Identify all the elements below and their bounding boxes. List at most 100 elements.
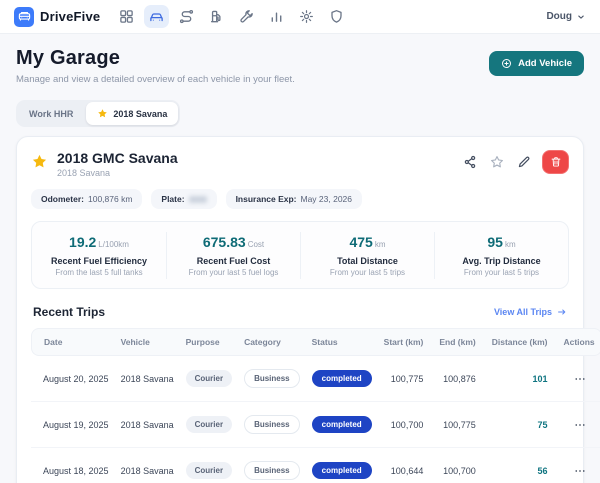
col-distance: Distance (km) xyxy=(486,328,558,356)
nav-trips-route-icon[interactable] xyxy=(174,5,199,28)
delete-trash-icon[interactable] xyxy=(542,150,569,174)
stat-sublabel: From your last 5 fuel logs xyxy=(173,268,294,277)
page-title: My Garage xyxy=(16,47,295,70)
trip-distance-km: 56 xyxy=(486,448,558,483)
view-all-trips-link[interactable]: View All Trips xyxy=(494,307,567,317)
edit-pencil-icon[interactable] xyxy=(515,153,533,171)
table-row: August 18, 2025 2018 Savana Courier Busi… xyxy=(31,448,600,483)
stat-sublabel: From your last 5 trips xyxy=(307,268,428,277)
col-actions: Actions xyxy=(557,328,600,356)
col-date: Date xyxy=(31,328,115,356)
trip-date: August 18, 2025 xyxy=(31,448,115,483)
page-subtitle: Manage and view a detailed overview of e… xyxy=(16,74,295,85)
purpose-chip: Courier xyxy=(186,416,232,433)
vehicle-info-pills: Odometer: 100,876 km Plate: Insurance Ex… xyxy=(31,189,569,209)
trip-start-km: 100,644 xyxy=(378,448,434,483)
col-purpose: Purpose xyxy=(180,328,238,356)
trip-vehicle: 2018 Savana xyxy=(115,402,180,448)
nav-fuel-pump-icon[interactable] xyxy=(204,5,229,28)
trip-end-km: 100,700 xyxy=(433,448,485,483)
view-all-trips-label: View All Trips xyxy=(494,307,552,317)
stat-fuel-cost: 675.83Cost Recent Fuel Cost From your la… xyxy=(166,232,300,279)
category-chip: Business xyxy=(244,415,300,434)
trip-date: August 19, 2025 xyxy=(31,402,115,448)
nav-reports-chart-icon[interactable] xyxy=(264,5,289,28)
stat-label: Total Distance xyxy=(307,256,428,266)
nav-dashboard-grid-icon[interactable] xyxy=(114,5,139,28)
nav-service-wrench-icon[interactable] xyxy=(234,5,259,28)
vehicle-title: 2018 GMC Savana xyxy=(57,150,178,166)
trip-vehicle: 2018 Savana xyxy=(115,448,180,483)
add-vehicle-button[interactable]: Add Vehicle xyxy=(489,51,584,76)
odometer-label: Odometer: xyxy=(41,194,84,204)
nav-settings-gear-icon[interactable] xyxy=(294,5,319,28)
stat-sublabel: From the last 5 full tanks xyxy=(38,268,160,277)
row-actions-menu-icon[interactable] xyxy=(572,463,588,479)
stat-value: 19.2 xyxy=(69,234,96,250)
stat-label: Recent Fuel Cost xyxy=(173,256,294,266)
plate-pill: Plate: xyxy=(151,189,216,209)
purpose-chip: Courier xyxy=(186,370,232,387)
table-header-row: Date Vehicle Purpose Category Status Sta… xyxy=(31,328,600,356)
plate-value-redacted xyxy=(189,196,207,203)
tab-2018-savana[interactable]: 2018 Savana xyxy=(86,102,178,125)
purpose-chip: Courier xyxy=(186,462,232,479)
insurance-value: May 23, 2026 xyxy=(301,194,353,204)
vehicle-card: 2018 GMC Savana 2018 Savana xyxy=(16,136,584,483)
trip-end-km: 100,775 xyxy=(433,402,485,448)
star-icon xyxy=(97,108,108,119)
stat-label: Recent Fuel Efficiency xyxy=(38,256,160,266)
stat-value: 475 xyxy=(349,234,372,250)
trip-date: August 20, 2025 xyxy=(31,356,115,402)
status-badge: completed xyxy=(312,462,372,479)
plus-circle-icon xyxy=(501,58,512,69)
plate-label: Plate: xyxy=(161,194,184,204)
star-outline-icon[interactable] xyxy=(488,153,506,171)
nav-vehicles-car-icon[interactable] xyxy=(144,5,169,28)
chevron-down-icon xyxy=(576,12,586,22)
row-actions-menu-icon[interactable] xyxy=(572,417,588,433)
tab-work-hhr[interactable]: Work HHR xyxy=(18,102,84,125)
row-actions-menu-icon[interactable] xyxy=(572,371,588,387)
vehicle-tabs: Work HHR 2018 Savana xyxy=(16,100,180,127)
tab-label: 2018 Savana xyxy=(113,109,167,119)
col-start: Start (km) xyxy=(378,328,434,356)
col-status: Status xyxy=(306,328,378,356)
recent-trips-table: Date Vehicle Purpose Category Status Sta… xyxy=(31,328,600,483)
table-row: August 19, 2025 2018 Savana Courier Busi… xyxy=(31,402,600,448)
col-category: Category xyxy=(238,328,306,356)
stat-unit: L/100km xyxy=(98,240,129,249)
trip-distance-km: 75 xyxy=(486,402,558,448)
trip-vehicle: 2018 Savana xyxy=(115,356,180,402)
stat-label: Avg. Trip Distance xyxy=(441,256,562,266)
stat-unit: Cost xyxy=(248,240,264,249)
vehicle-actions xyxy=(461,150,569,174)
user-name: Doug xyxy=(546,11,572,22)
brand-logo-link[interactable]: DriveFive xyxy=(14,7,100,27)
nav-shield-icon[interactable] xyxy=(324,5,349,28)
trip-distance-km: 101 xyxy=(486,356,558,402)
table-row: August 20, 2025 2018 Savana Courier Busi… xyxy=(31,356,600,402)
status-badge: completed xyxy=(312,416,372,433)
stat-unit: km xyxy=(375,240,386,249)
car-logo-icon xyxy=(14,7,34,27)
add-vehicle-label: Add Vehicle xyxy=(518,58,572,69)
stat-value: 95 xyxy=(487,234,503,250)
trip-start-km: 100,700 xyxy=(378,402,434,448)
main-content: My Garage Manage and view a detailed ove… xyxy=(0,34,600,483)
recent-trips-title: Recent Trips xyxy=(33,305,105,319)
stat-unit: km xyxy=(505,240,516,249)
main-nav xyxy=(114,5,349,28)
stat-avg-trip-distance: 95km Avg. Trip Distance From your last 5… xyxy=(434,232,568,279)
star-icon xyxy=(31,153,48,170)
tab-label: Work HHR xyxy=(29,109,73,119)
trip-end-km: 100,876 xyxy=(433,356,485,402)
user-menu[interactable]: Doug xyxy=(546,11,586,22)
odometer-pill: Odometer: 100,876 km xyxy=(31,189,142,209)
share-icon[interactable] xyxy=(461,153,479,171)
brand-name: DriveFive xyxy=(40,9,100,24)
vehicle-stats-strip: 19.2L/100km Recent Fuel Efficiency From … xyxy=(31,221,569,289)
stat-fuel-efficiency: 19.2L/100km Recent Fuel Efficiency From … xyxy=(32,232,166,279)
trip-start-km: 100,775 xyxy=(378,356,434,402)
top-bar: DriveFive xyxy=(0,0,600,34)
